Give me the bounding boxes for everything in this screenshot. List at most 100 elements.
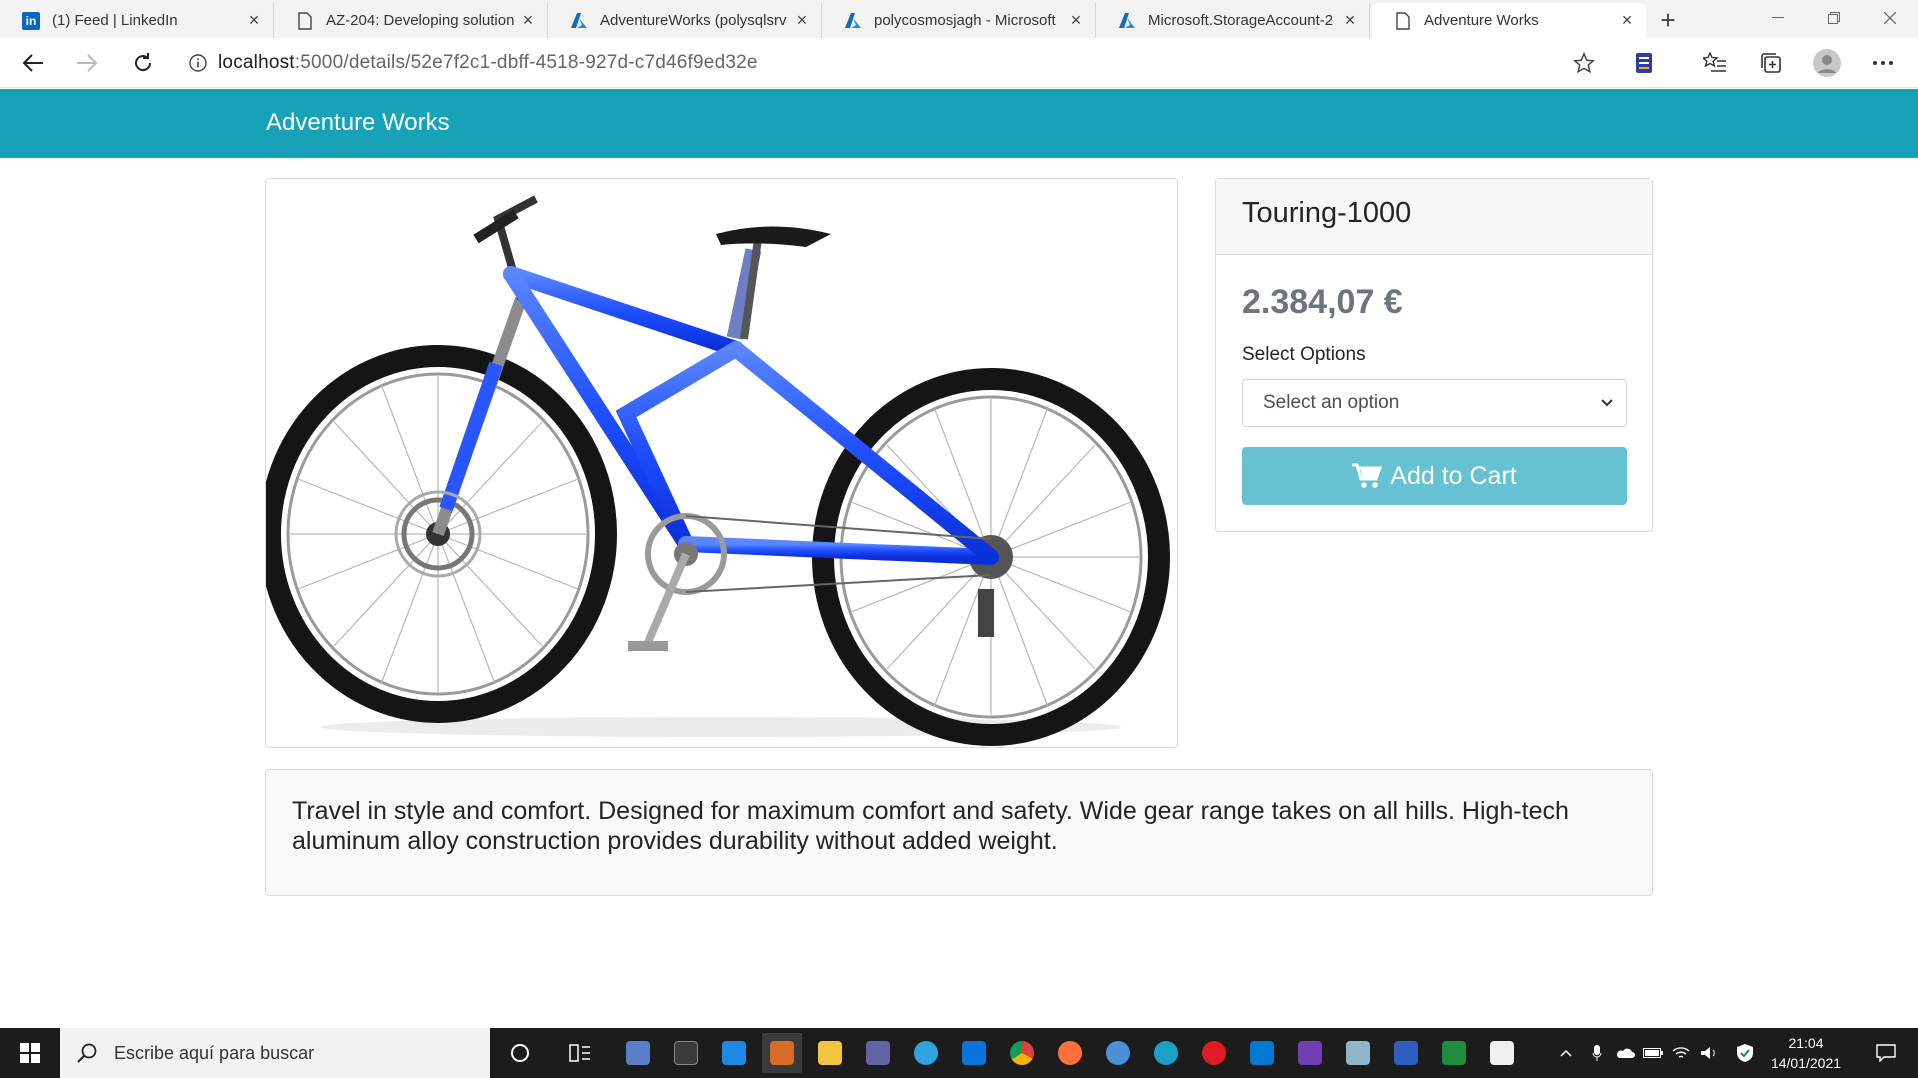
tab-adventureworks-sql[interactable]: AdventureWorks (polysqlsrv × (548, 3, 822, 38)
clock-date: 14/01/2021 (1770, 1055, 1842, 1071)
security-shield-icon[interactable] (1732, 1028, 1758, 1078)
taskbar-app-vscode[interactable] (1242, 1033, 1282, 1073)
taskbar-app-2[interactable] (762, 1033, 802, 1073)
close-icon[interactable]: × (1341, 10, 1359, 31)
taskbar-app-mail[interactable] (954, 1033, 994, 1073)
telegram-icon (914, 1041, 938, 1065)
app-icon (722, 1041, 746, 1065)
onedrive-icon[interactable] (1612, 1028, 1638, 1078)
favorites-button[interactable] (1696, 44, 1734, 82)
refresh-button[interactable] (124, 44, 162, 82)
battery-icon[interactable] (1640, 1028, 1666, 1078)
tab-label: (1) Feed | LinkedIn (52, 12, 178, 29)
azure-icon (570, 12, 588, 30)
product-description: Travel in style and comfort. Designed fo… (265, 769, 1653, 896)
page-icon (1394, 11, 1412, 30)
notepad-icon (1394, 1041, 1418, 1065)
info-icon[interactable] (178, 54, 218, 72)
profile-button[interactable] (1808, 44, 1846, 82)
taskbar-search-placeholder: Escribe aquí para buscar (114, 1042, 315, 1063)
close-icon[interactable]: × (793, 10, 811, 31)
star-icon (1573, 52, 1595, 74)
avatar-icon (1813, 49, 1841, 77)
start-button[interactable] (0, 1028, 60, 1078)
volume-icon[interactable] (1696, 1028, 1722, 1078)
tab-adventure-works[interactable]: Adventure Works × (1372, 3, 1646, 38)
azure-icon (844, 12, 862, 30)
minimize-button[interactable] (1750, 0, 1806, 36)
address-bar[interactable]: localhost:5000/details/52e7f2c1-dbff-451… (178, 44, 1588, 82)
taskbar-app-visual-studio[interactable] (1290, 1033, 1330, 1073)
close-icon[interactable]: × (519, 10, 537, 31)
terminal-icon (674, 1041, 698, 1065)
taskbar-app-sheets[interactable] (1434, 1033, 1474, 1073)
taskbar-app-firefox[interactable] (1050, 1033, 1090, 1073)
tray-chevron-up-icon[interactable] (1554, 1028, 1578, 1078)
taskbar-app-5[interactable] (1338, 1033, 1378, 1073)
add-to-cart-button[interactable]: Add to Cart (1242, 447, 1627, 505)
settings-menu-button[interactable] (1864, 44, 1902, 82)
close-icon[interactable]: × (1067, 10, 1085, 31)
brand-link[interactable]: Adventure Works (266, 109, 450, 137)
azure-icon (1118, 12, 1136, 30)
browser-toolbar: localhost:5000/details/52e7f2c1-dbff-451… (0, 38, 1918, 88)
close-icon[interactable]: × (1618, 10, 1636, 31)
back-button[interactable] (14, 44, 52, 82)
taskbar-app-telegram[interactable] (906, 1033, 946, 1073)
tab-label: AZ-204: Developing solution (326, 12, 515, 29)
taskbar-clock[interactable]: 21:04 14/01/2021 (1760, 1033, 1852, 1073)
app-icon (1106, 1041, 1130, 1065)
browser-tab-strip: in (1) Feed | LinkedIn × AZ-204: Develop… (0, 0, 1918, 38)
taskbar-app-notepad[interactable] (1386, 1033, 1426, 1073)
restore-button[interactable] (1806, 0, 1862, 36)
forward-button[interactable] (68, 44, 106, 82)
taskbar-app-opera[interactable] (1194, 1033, 1234, 1073)
collections-icon (1761, 53, 1781, 73)
taskbar-app-server[interactable] (618, 1033, 658, 1073)
option-select[interactable]: Select an option (1242, 379, 1627, 427)
database-extension-icon (1636, 53, 1652, 73)
task-view-button[interactable] (560, 1033, 600, 1073)
back-arrow-icon (22, 54, 43, 72)
tab-linkedin[interactable]: in (1) Feed | LinkedIn × (0, 3, 274, 38)
microphone-icon[interactable] (1584, 1028, 1610, 1078)
cortana-icon (511, 1044, 529, 1062)
taskbar-app-typora[interactable] (1482, 1033, 1522, 1073)
tab-az204[interactable]: AZ-204: Developing solution × (274, 3, 548, 38)
visual-studio-icon (1298, 1041, 1322, 1065)
taskbar-app-explorer[interactable] (810, 1033, 850, 1073)
wifi-icon[interactable] (1668, 1028, 1694, 1078)
favorite-star-button[interactable] (1565, 44, 1603, 82)
taskbar-app-edge[interactable] (1146, 1033, 1186, 1073)
tab-storage-account[interactable]: Microsoft.StorageAccount-2 × (1096, 3, 1370, 38)
taskbar-app-chrome[interactable] (1002, 1033, 1042, 1073)
cortana-button[interactable] (500, 1033, 540, 1073)
taskbar-app-teams[interactable] (858, 1033, 898, 1073)
close-icon[interactable]: × (245, 10, 263, 31)
new-tab-button[interactable]: + (1652, 4, 1684, 36)
close-window-button[interactable] (1862, 0, 1918, 36)
tab-polycosmos[interactable]: polycosmosjagh - Microsoft × (822, 3, 1096, 38)
chevron-down-icon (1601, 399, 1613, 407)
product-image-bicycle (266, 195, 1170, 746)
clock-time: 21:04 (1788, 1035, 1824, 1051)
product-details-card: Touring-1000 2.384,07 € Select Options S… (1215, 178, 1653, 532)
collections-button[interactable] (1752, 44, 1790, 82)
refresh-icon (135, 53, 152, 72)
cart-icon (1352, 463, 1383, 488)
option-select-value: Select an option (1263, 392, 1400, 413)
tab-label: AdventureWorks (polysqlsrv (600, 12, 787, 29)
taskbar-app-4[interactable] (1098, 1033, 1138, 1073)
extension-button[interactable] (1625, 44, 1663, 82)
url-path: :5000/details/52e7f2c1-dbff-4518-927d-c7… (294, 52, 758, 73)
taskbar-app-terminal[interactable] (666, 1033, 706, 1073)
chrome-icon (1010, 1041, 1034, 1065)
taskbar-app-1[interactable] (714, 1033, 754, 1073)
edge-icon (1154, 1041, 1178, 1065)
taskbar-search[interactable]: Escribe aquí para buscar (60, 1028, 490, 1078)
product-name: Touring-1000 (1216, 179, 1652, 255)
spreadsheet-icon (1442, 1041, 1466, 1065)
notifications-icon[interactable] (1866, 1028, 1906, 1078)
tab-label: polycosmosjagh - Microsoft (874, 12, 1056, 29)
opera-icon (1202, 1041, 1226, 1065)
